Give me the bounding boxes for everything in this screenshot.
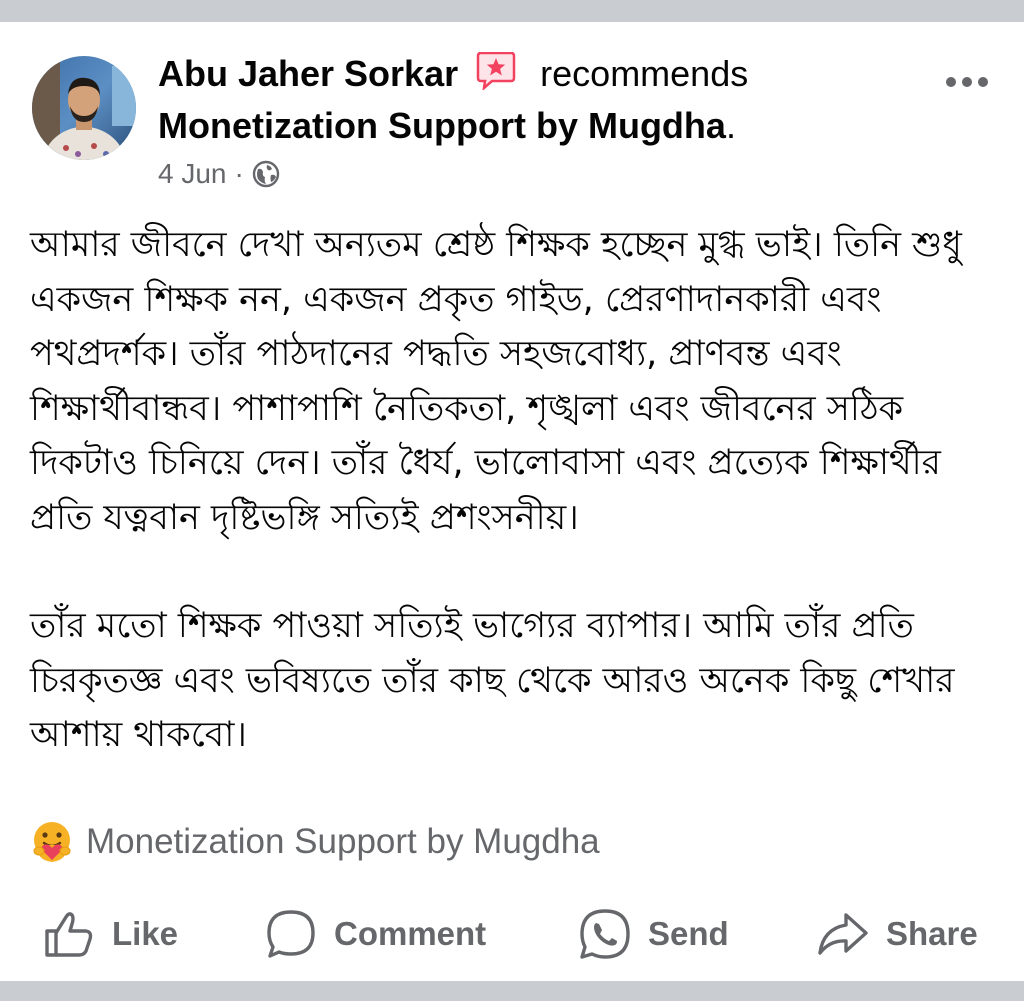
bottom-divider <box>0 981 1024 1001</box>
globe-icon <box>252 160 280 188</box>
recommends-text: recommends <box>540 53 749 94</box>
page-name-suffix: . <box>725 105 736 146</box>
top-divider <box>0 0 1024 22</box>
action-bar: Like Comment Send Share <box>0 902 1024 966</box>
more-horizontal-icon[interactable] <box>944 72 990 92</box>
reaction-summary[interactable]: Monetization Support by Mugdha <box>30 818 600 866</box>
comment-button[interactable]: Comment <box>264 902 486 966</box>
comment-icon <box>264 907 334 961</box>
page-name-link[interactable]: Monetization Support by Mugdha <box>158 105 726 146</box>
author-name[interactable]: Abu Jaher Sorkar <box>158 53 458 94</box>
send-button[interactable]: Send <box>578 902 729 966</box>
post-date[interactable]: 4 Jun <box>158 156 227 192</box>
post-paragraph: আমার জীবনে দেখা অন্যতম শ্রেষ্ঠ শিক্ষক হচ… <box>30 225 962 538</box>
like-label: Like <box>112 915 179 952</box>
recommendation-star-icon <box>476 51 516 102</box>
post-header-line-1: Abu Jaher Sorkar recommends <box>158 50 748 102</box>
reaction-label: Monetization Support by Mugdha <box>86 822 600 861</box>
post-paragraph: তাঁর মতো শিক্ষক পাওয়া সত্যিই ভাগ্যের ব্… <box>30 606 955 755</box>
like-icon <box>42 907 112 961</box>
whatsapp-send-icon <box>578 907 648 961</box>
post-header-line-2: Monetization Support by Mugdha. <box>158 102 736 150</box>
post-card: Abu Jaher Sorkar recommends Monetization… <box>0 22 1024 981</box>
meta-separator: · <box>234 158 244 189</box>
send-label: Send <box>648 915 729 952</box>
post-meta: 4 Jun · <box>158 156 280 192</box>
share-label: Share <box>886 915 978 952</box>
share-icon <box>816 907 886 961</box>
care-reaction-icon <box>30 820 74 864</box>
post-body: আমার জীবনে দেখা অন্যতম শ্রেষ্ঠ শিক্ষক হচ… <box>30 218 994 817</box>
comment-label: Comment <box>334 915 487 952</box>
like-button[interactable]: Like <box>42 902 178 966</box>
share-button[interactable]: Share <box>816 902 978 966</box>
author-avatar[interactable] <box>32 56 136 160</box>
